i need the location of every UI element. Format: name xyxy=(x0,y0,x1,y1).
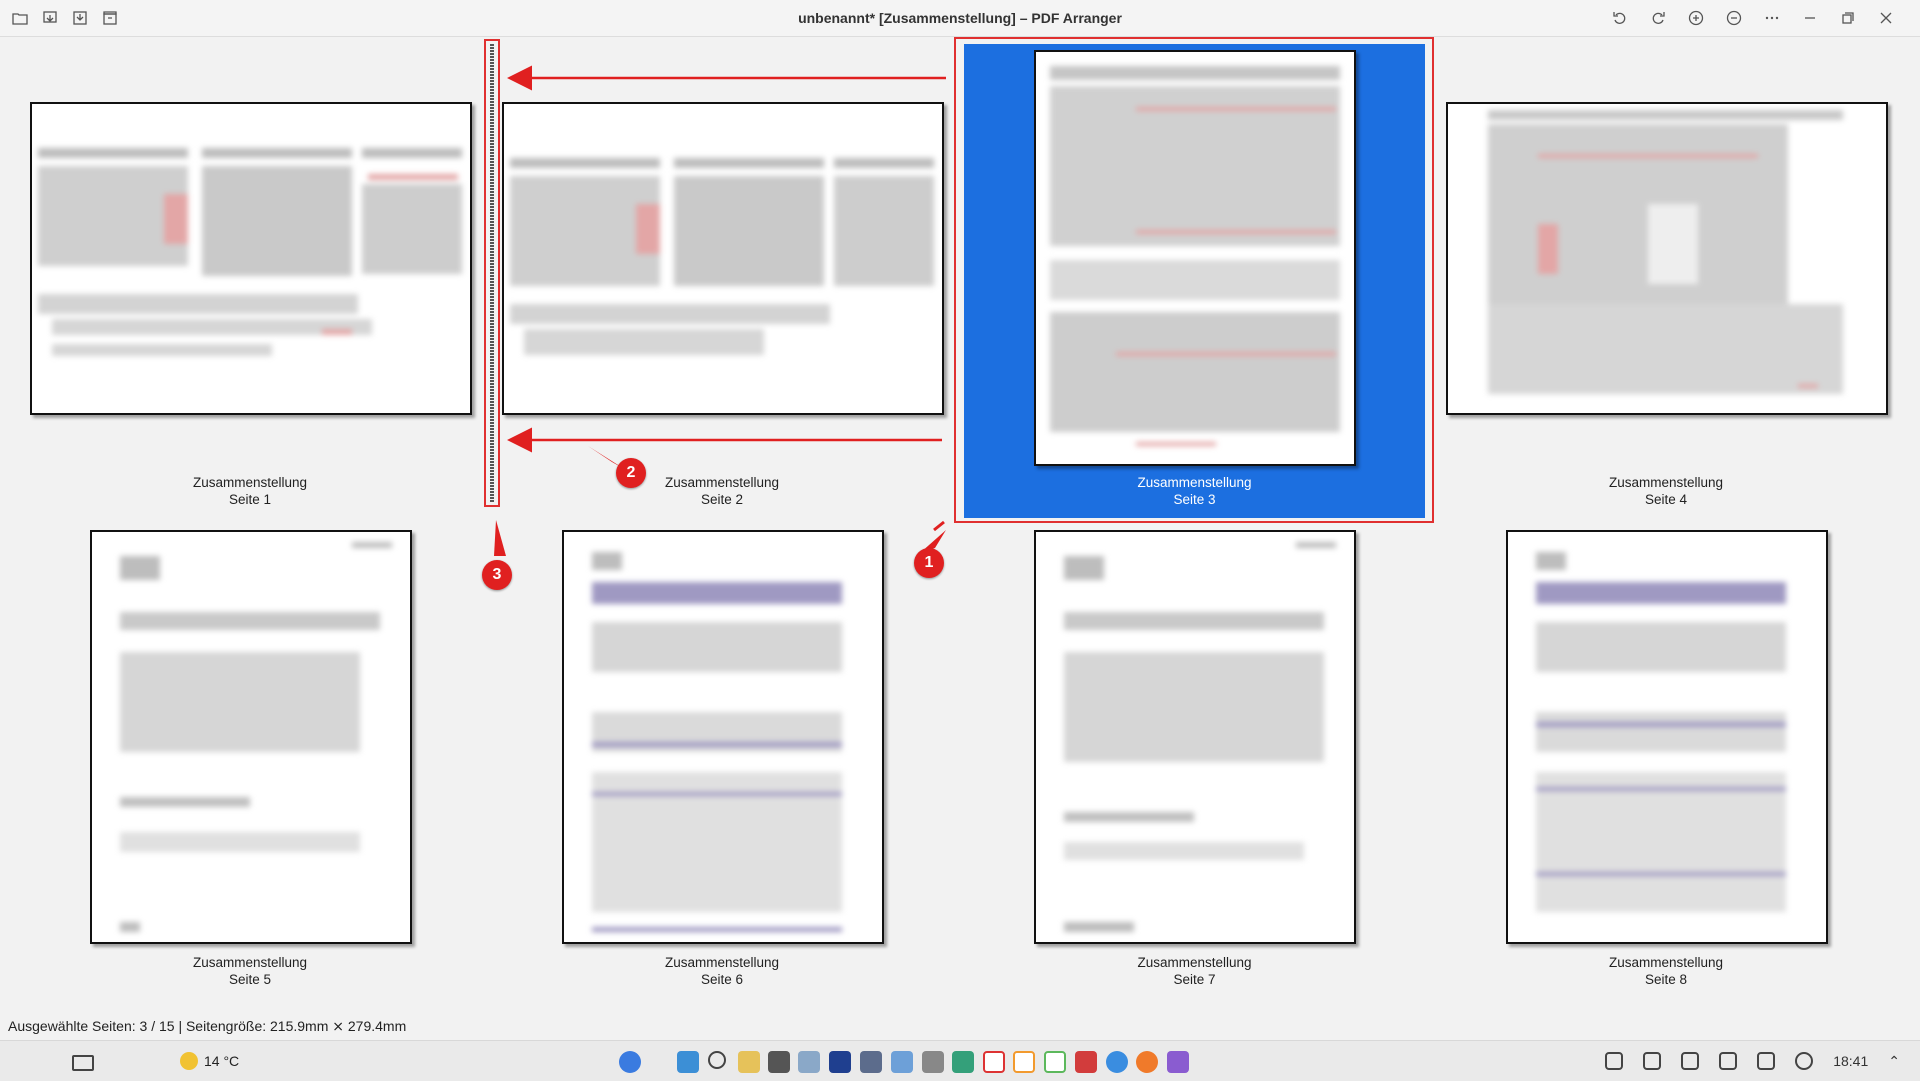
page-number-label: Seite 1 xyxy=(228,492,272,507)
page-source-label: Zusammenstellung xyxy=(664,475,780,490)
title-bar: unbenannt* [Zusammenstellung] – PDF Arra… xyxy=(0,0,1920,37)
page-thumbnail[interactable]: Zusammenstellung Seite 2 xyxy=(486,36,958,516)
page-preview xyxy=(1034,530,1356,944)
terminal-icon[interactable] xyxy=(768,1051,790,1073)
page-thumbnail[interactable]: Zusammenstellung Seite 7 xyxy=(944,516,1416,996)
weather-temperature: 14 °C xyxy=(204,1053,240,1069)
firefox-icon[interactable] xyxy=(1136,1051,1158,1073)
annotation-badge: 1 xyxy=(914,548,944,578)
page-thumbnail[interactable]: Zusammenstellung Seite 1 xyxy=(14,36,486,516)
folder-icon[interactable] xyxy=(1167,1051,1189,1073)
zoom-out-icon[interactable] xyxy=(1724,8,1744,28)
network-status-icon[interactable] xyxy=(1681,1052,1700,1070)
page-thumbnail[interactable]: Zusammenstellung Seite 6 xyxy=(486,516,958,996)
layers-icon[interactable] xyxy=(952,1051,974,1073)
files-icon[interactable] xyxy=(738,1051,760,1073)
page-number-label: Seite 7 xyxy=(1173,972,1216,987)
page-source-label: Zusammenstellung xyxy=(192,955,308,970)
search-icon[interactable] xyxy=(708,1051,726,1069)
minimize-icon[interactable] xyxy=(1800,8,1820,28)
system-tray: 18:41 ⌃ xyxy=(1605,1052,1900,1070)
drop-insertion-marker xyxy=(483,38,501,508)
page-source-label: Zusammenstellung xyxy=(192,475,308,490)
selected-page-highlight-frame xyxy=(954,37,1434,523)
pdf-arranger-icon[interactable] xyxy=(891,1051,913,1073)
text-editor-icon[interactable] xyxy=(983,1051,1005,1073)
screenshot-icon[interactable] xyxy=(798,1051,820,1073)
page-preview xyxy=(502,102,944,415)
page-source-label: Zusammenstellung xyxy=(1608,475,1724,490)
maximize-icon[interactable] xyxy=(1838,8,1858,28)
status-text: Ausgewählte Seiten: 3 / 15 | Seitengröße… xyxy=(8,1018,407,1034)
presentation-icon[interactable] xyxy=(1044,1051,1066,1073)
document-icon[interactable] xyxy=(922,1051,944,1073)
taskbar: 14 °C 18:41 ⌃ xyxy=(0,1040,1920,1081)
chat-icon[interactable] xyxy=(1075,1051,1097,1073)
drive-icon[interactable] xyxy=(1605,1052,1624,1070)
file-manager-icon[interactable] xyxy=(677,1051,699,1073)
zoom-in-icon[interactable] xyxy=(1686,8,1706,28)
weather-widget[interactable]: 14 °C xyxy=(180,1052,239,1070)
chevron-up-icon[interactable]: ⌃ xyxy=(1888,1053,1900,1070)
phone-icon[interactable] xyxy=(1643,1052,1662,1070)
annotation-badge: 2 xyxy=(616,458,646,488)
network-icon[interactable] xyxy=(860,1051,882,1073)
page-number-label: Seite 5 xyxy=(228,972,272,987)
page-thumbnail[interactable]: Zusammenstellung Seite 8 xyxy=(1430,516,1902,996)
page-preview xyxy=(90,530,412,944)
page-number-label: Seite 6 xyxy=(700,972,744,987)
notifications-icon[interactable] xyxy=(1795,1052,1814,1070)
page-thumbnail[interactable]: Zusammenstellung Seite 5 xyxy=(14,516,486,996)
menu-icon[interactable] xyxy=(1762,8,1782,28)
page-number-label: Seite 8 xyxy=(1644,972,1688,987)
page-source-label: Zusammenstellung xyxy=(1137,955,1252,970)
spreadsheet-icon[interactable] xyxy=(1013,1051,1035,1073)
status-bar: Ausgewählte Seiten: 3 / 15 | Seitengröße… xyxy=(0,1010,1920,1040)
desktop-icon[interactable] xyxy=(72,1055,94,1071)
launcher-icon[interactable] xyxy=(619,1051,641,1073)
volume-icon[interactable] xyxy=(1757,1052,1776,1070)
page-source-label: Zusammenstellung xyxy=(664,955,780,970)
sun-icon xyxy=(180,1052,198,1070)
rotate-right-icon[interactable] xyxy=(1648,8,1668,28)
page-number-label: Seite 4 xyxy=(1644,492,1688,507)
rotate-left-icon[interactable] xyxy=(1610,8,1630,28)
input-method-icon[interactable] xyxy=(1719,1052,1738,1070)
clock[interactable]: 18:41 xyxy=(1833,1053,1868,1069)
page-preview xyxy=(30,102,472,415)
ide-icon[interactable] xyxy=(829,1051,851,1073)
annotation-badge: 3 xyxy=(482,560,512,590)
toolbar-right xyxy=(1610,8,1896,28)
page-source-label: Zusammenstellung xyxy=(1608,955,1724,970)
page-preview xyxy=(1506,530,1828,944)
page-preview xyxy=(1446,102,1888,415)
page-thumbnail[interactable]: Zusammenstellung Seite 4 xyxy=(1430,36,1902,516)
browser-icon[interactable] xyxy=(1106,1051,1128,1073)
page-number-label: Seite 2 xyxy=(700,492,744,507)
close-icon[interactable] xyxy=(1876,8,1896,28)
page-preview xyxy=(562,530,884,944)
